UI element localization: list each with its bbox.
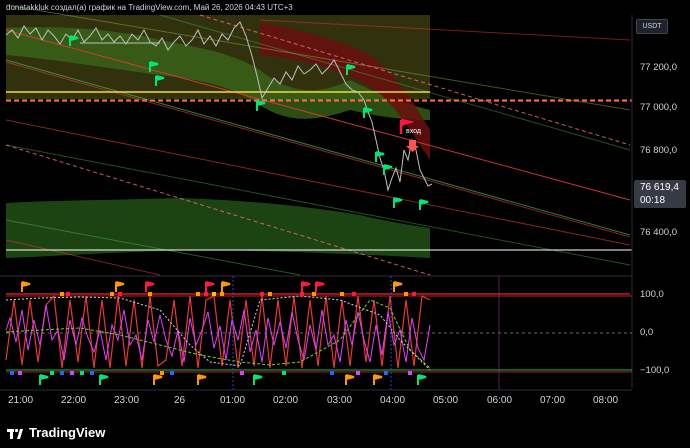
orange-flag-icon [345, 374, 355, 385]
price-tick-label: 77 000,0 [640, 102, 677, 113]
orange-flag-icon [373, 374, 383, 385]
green-flag-icon [253, 374, 263, 385]
time-tick-label: 02:00 [273, 395, 299, 406]
brand-name[interactable]: TradingView [29, 425, 105, 440]
time-tick-label: 03:00 [327, 395, 353, 406]
time-tick-label: 06:00 [487, 395, 513, 406]
currency-label[interactable]: USDT [636, 19, 668, 34]
red-flag-icon [315, 281, 325, 292]
price-tick-label: 77 200,0 [640, 62, 677, 73]
time-tick-label: 26 [174, 395, 186, 406]
price-tick-label: 76 400,0 [640, 227, 677, 238]
time-tick-label: 23:00 [114, 395, 140, 406]
time-tick-label: 21:00 [8, 395, 34, 406]
orange-flag-icon [197, 374, 207, 385]
green-flag-icon [419, 199, 429, 210]
time-tick-label: 07:00 [540, 395, 566, 406]
lower-green-band [6, 198, 430, 258]
entry-annotation: вход [406, 128, 421, 135]
current-price: 76 619,4 [640, 182, 679, 193]
time-tick-label: 01:00 [220, 395, 246, 406]
orange-flag-icon [393, 281, 403, 292]
price-tick-label: 76 800,0 [640, 145, 677, 156]
footer-bar: TradingView [0, 418, 690, 448]
orange-flag-icon [221, 281, 231, 292]
oscillator-tick-label: 100,0 [640, 289, 664, 300]
red-flag-icon [301, 281, 311, 292]
red-flag-icon [145, 281, 155, 292]
bar-countdown: 00:18 [640, 195, 666, 206]
current-price-badge: 76 619,4 00:18 [634, 180, 686, 208]
oscillator-overbought-zone [6, 293, 630, 295]
green-flag-icon [393, 197, 403, 208]
orange-flag-icon [153, 374, 163, 385]
oscillator-tick-label: −100,0 [640, 365, 670, 376]
time-tick-label: 22:00 [61, 395, 87, 406]
time-tick-label: 04:00 [380, 395, 406, 406]
orange-flag-icon [21, 281, 31, 292]
oscillator-tick-label: 0,0 [640, 327, 654, 338]
orange-flag-icon [115, 281, 125, 292]
chart-frame: donatakkluk создал(а) график на TradingV… [0, 0, 690, 448]
time-tick-label: 08:00 [593, 395, 619, 406]
red-flag-icon [205, 281, 215, 292]
green-flag-icon [99, 374, 109, 385]
green-flag-icon [39, 374, 49, 385]
oscillator-top-flags [21, 281, 403, 292]
tradingview-logo-icon[interactable] [6, 424, 24, 442]
time-tick-label: 05:00 [433, 395, 459, 406]
chart-canvas[interactable] [0, 0, 690, 448]
green-flag-icon [417, 374, 427, 385]
